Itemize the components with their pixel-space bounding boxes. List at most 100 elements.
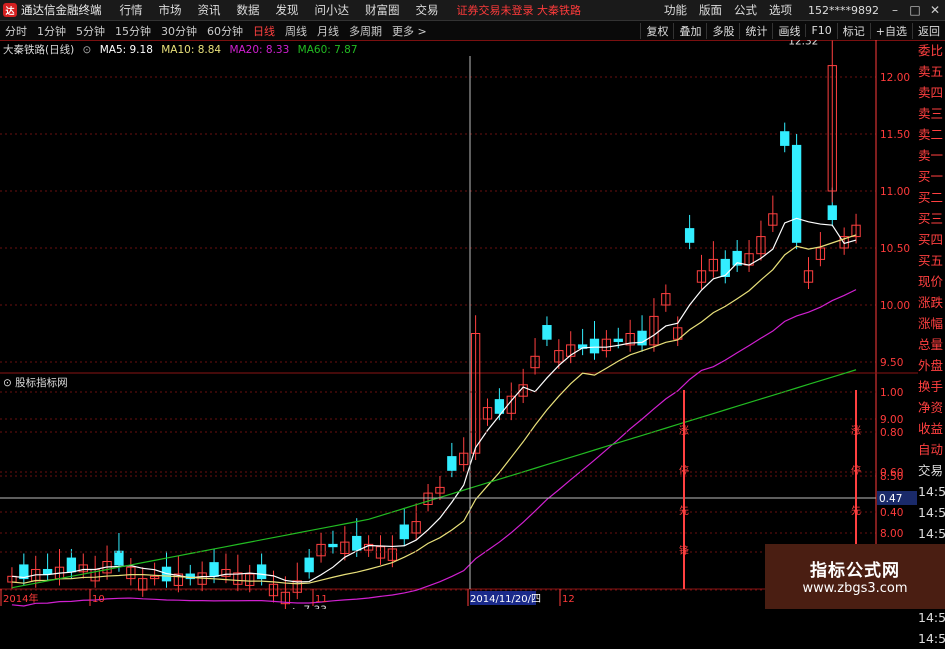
candle-body: [720, 258, 730, 277]
candle-body: [780, 131, 790, 146]
candle-body: [209, 562, 219, 577]
menu-jiaoyi[interactable]: 交易: [416, 2, 439, 18]
right-quote-panel: 委比 卖五 卖四 卖三 卖二 卖一 买一 买二 买三 买四 买五 现价 涨跌 涨幅 总量 外盘 换手 净资 收益 自动…: [918, 40, 945, 646]
quote-label: 卖二: [918, 127, 944, 142]
menu-faxian[interactable]: 发现: [276, 2, 299, 18]
indicator-toggle-icon[interactable]: ⊙: [3, 377, 12, 389]
btn-fuquan[interactable]: 复权: [640, 22, 673, 39]
quote-label: 外盘: [918, 358, 944, 373]
quote-label: 卖四: [918, 85, 944, 100]
quote-label: 卖三: [918, 106, 944, 121]
candle-body: [328, 543, 338, 548]
ma5-label: MA5: 9.18: [99, 44, 153, 56]
candle-body: [352, 535, 362, 551]
btn-huaxian[interactable]: 画线: [772, 22, 805, 39]
btn-zixuan[interactable]: +自选: [869, 22, 912, 39]
quote-label: 买二: [918, 190, 944, 205]
quote-label[interactable]: 自动: [918, 439, 945, 460]
signal-char: 停: [679, 464, 689, 477]
signal-char: 涨: [679, 425, 689, 437]
tab-fenshi[interactable]: 分时: [0, 23, 32, 39]
tab-more[interactable]: 更多 >: [387, 23, 432, 39]
minimize-icon[interactable]: –: [885, 3, 905, 17]
app-title: 通达信金融终端: [21, 3, 102, 17]
candle-body: [114, 550, 124, 566]
quote-label: 买五: [918, 253, 944, 268]
tab-monthly[interactable]: 月线: [312, 23, 344, 39]
menu-wenxiaoda[interactable]: 问小达: [315, 2, 350, 18]
candle-body: [42, 568, 53, 575]
quote-label: 涨跌: [918, 295, 944, 310]
kline-chart[interactable]: 12.0011.5011.0010.5010.009.509.008.508.0…: [0, 40, 918, 609]
candle-body: [589, 338, 600, 354]
ma60-line: [11, 369, 857, 589]
tab-1min[interactable]: 1分钟: [32, 23, 71, 39]
indicator-tick-label: 0.60: [880, 467, 903, 479]
tab-daily[interactable]: 日线: [248, 23, 280, 39]
quote-label: 换手: [918, 379, 944, 394]
price-tick-label: 9.50: [880, 357, 903, 369]
menu-hangqing[interactable]: 行情: [120, 2, 143, 18]
user-account[interactable]: 152****9892: [808, 4, 879, 17]
period-toolbar: 分时 1分钟 5分钟 15分钟 30分钟 60分钟 日线 周线 月线 多周期 更…: [0, 21, 945, 41]
quote-label: 收益: [918, 421, 944, 436]
price-tick-label: 12.00: [880, 72, 910, 84]
quote-label: 现价: [918, 274, 944, 289]
menu-shuju[interactable]: 数据: [237, 2, 260, 18]
quote-label: 涨幅: [918, 316, 944, 331]
price-tick-label: 11.00: [880, 186, 910, 198]
menu-xuanxiang[interactable]: 选项: [769, 2, 792, 18]
ma60-label: MA60: 7.87: [297, 44, 358, 56]
menu-gongneng[interactable]: 功能: [664, 2, 687, 18]
tab-weekly[interactable]: 周线: [280, 23, 312, 39]
close-icon[interactable]: ✕: [925, 3, 945, 17]
quote-label: 14:56: [918, 631, 945, 646]
menu-gongshi[interactable]: 公式: [734, 2, 757, 18]
tab-15min[interactable]: 15分钟: [110, 23, 156, 39]
btn-f10[interactable]: F10: [805, 24, 836, 37]
watermark-url: www.zbgs3.com: [802, 581, 908, 596]
menu-caifuquan[interactable]: 财富圈: [365, 2, 400, 18]
indicator-tick-label: 0.80: [880, 427, 903, 439]
menu-banmian[interactable]: 版面: [699, 2, 722, 18]
quote-label: 买四: [918, 232, 944, 247]
ma10-line: [11, 234, 857, 585]
quote-label: 总量: [918, 337, 944, 352]
menu-shichang[interactable]: 市场: [159, 2, 182, 18]
indicator-title: ⊙ 股标指标网: [3, 377, 68, 389]
price-tick-label: 10.00: [880, 300, 910, 312]
high-price-label: 12.32: [788, 40, 818, 48]
watermark: 指标公式网 www.zbgs3.com: [765, 544, 945, 609]
candle-body: [542, 325, 552, 340]
app-logo-icon: 达: [3, 3, 17, 17]
btn-fanhui[interactable]: 返回: [912, 22, 945, 39]
quote-label: 买三: [918, 211, 944, 226]
quote-label: 卖五: [918, 64, 944, 79]
candle-body: [684, 228, 695, 243]
signal-char: 停: [851, 464, 861, 477]
watermark-title: 指标公式网: [810, 561, 900, 581]
tab-multi-period[interactable]: 多周期: [344, 23, 387, 39]
date-label: 12: [562, 594, 575, 605]
btn-tongji[interactable]: 统计: [739, 22, 772, 39]
btn-diejia[interactable]: 叠加: [673, 22, 706, 39]
tab-5min[interactable]: 5分钟: [71, 23, 110, 39]
signal-char: 先: [851, 505, 861, 517]
tab-30min[interactable]: 30分钟: [156, 23, 202, 39]
candle-body: [66, 557, 77, 573]
tab-60min[interactable]: 60分钟: [202, 23, 248, 39]
cursor-value: 0.47: [879, 493, 902, 505]
candle-body: [613, 338, 623, 342]
btn-biaoji[interactable]: 标记: [836, 22, 870, 39]
quote-label[interactable]: 交易: [918, 460, 945, 481]
legend-toggle-icon[interactable]: ⊙: [83, 44, 92, 56]
price-tick-label: 11.50: [880, 129, 910, 141]
quote-label: 卖一: [918, 148, 944, 163]
menu-zixun[interactable]: 资讯: [198, 2, 221, 18]
date-label: 2014年: [3, 592, 38, 605]
ma20-line: [11, 289, 857, 607]
indicator-tick-label: 1.00: [880, 387, 903, 399]
candle-body: [791, 144, 802, 243]
btn-duogu[interactable]: 多股: [706, 22, 739, 39]
maximize-icon[interactable]: □: [905, 3, 925, 17]
